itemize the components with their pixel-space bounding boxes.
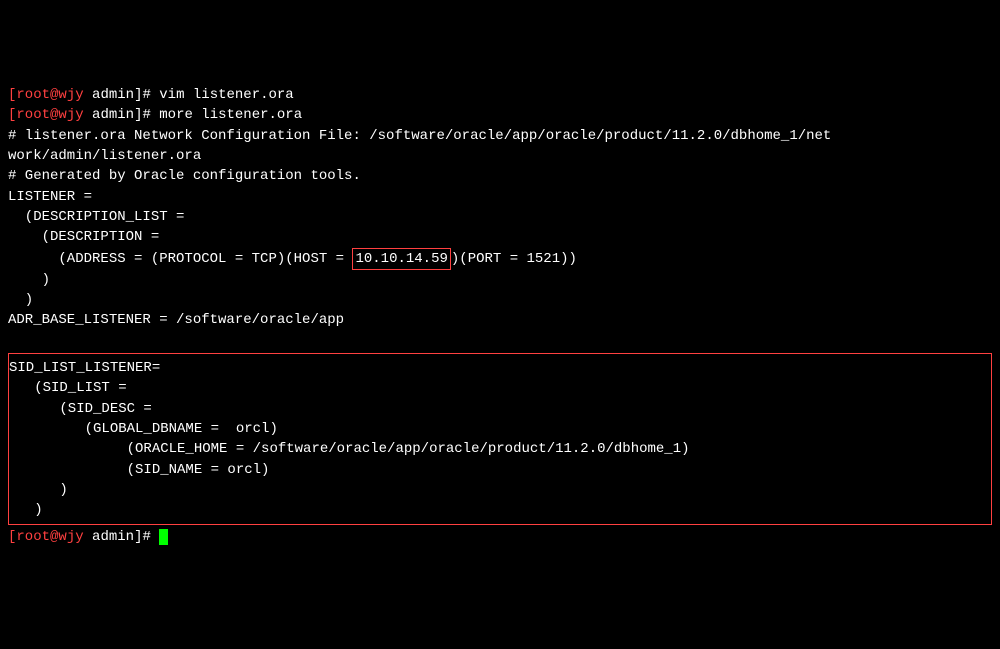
prompt-line-1: [root@wjy admin]# more listener.ora (8, 105, 992, 125)
prompt-open: [ (8, 529, 16, 545)
file-line: # Generated by Oracle configuration tool… (8, 166, 992, 186)
prompt-end: ]# (134, 529, 159, 545)
file-line: ) (8, 290, 992, 310)
file-line: (DESCRIPTION_LIST = (8, 207, 992, 227)
prompt-host: wjy (58, 87, 83, 103)
block-line: ) (9, 480, 989, 500)
blank-line (8, 331, 992, 351)
block-line: (SID_DESC = (9, 399, 989, 419)
prev-cmd-text: vim listener.ora (159, 87, 293, 103)
block-line: (SID_NAME = orcl) (9, 460, 989, 480)
prompt-end: ]# (134, 87, 159, 103)
prev-command-fragment: [root@wjy admin]# vim listener.ora (8, 85, 992, 105)
prompt-host: wjy (58, 529, 83, 545)
block-line: (GLOBAL_DBNAME = orcl) (9, 419, 989, 439)
block-line: (ORACLE_HOME = /software/oracle/app/orac… (9, 439, 989, 459)
command-text: more listener.ora (159, 107, 302, 123)
prompt-user: root (16, 529, 50, 545)
prompt-host: wjy (58, 107, 83, 123)
file-line: # listener.ora Network Configuration Fil… (8, 126, 992, 146)
ip-address-highlight: 10.10.14.59 (352, 248, 450, 270)
file-line: (DESCRIPTION = (8, 227, 992, 247)
file-line: ) (8, 270, 992, 290)
address-prefix: (ADDRESS = (PROTOCOL = TCP)(HOST = (8, 251, 352, 267)
prompt-line-2[interactable]: [root@wjy admin]# (8, 527, 992, 547)
cursor-icon (159, 529, 168, 545)
sid-list-highlight-block: SID_LIST_LISTENER= (SID_LIST = (SID_DESC… (8, 353, 992, 525)
block-line: ) (9, 500, 989, 520)
file-line-address: (ADDRESS = (PROTOCOL = TCP)(HOST = 10.10… (8, 248, 992, 270)
address-suffix: )(PORT = 1521)) (451, 251, 577, 267)
block-line: (SID_LIST = (9, 378, 989, 398)
prompt-path: admin (84, 529, 134, 545)
prompt-path: admin (84, 107, 134, 123)
prompt-at: @ (50, 529, 58, 545)
prompt-end: ]# (134, 107, 159, 123)
prompt-path: admin (84, 87, 134, 103)
file-line: ADR_BASE_LISTENER = /software/oracle/app (8, 310, 992, 330)
file-line: work/admin/listener.ora (8, 146, 992, 166)
prompt-user: root (16, 87, 50, 103)
block-line: SID_LIST_LISTENER= (9, 358, 989, 378)
prompt-user: root (16, 107, 50, 123)
file-line: LISTENER = (8, 187, 992, 207)
